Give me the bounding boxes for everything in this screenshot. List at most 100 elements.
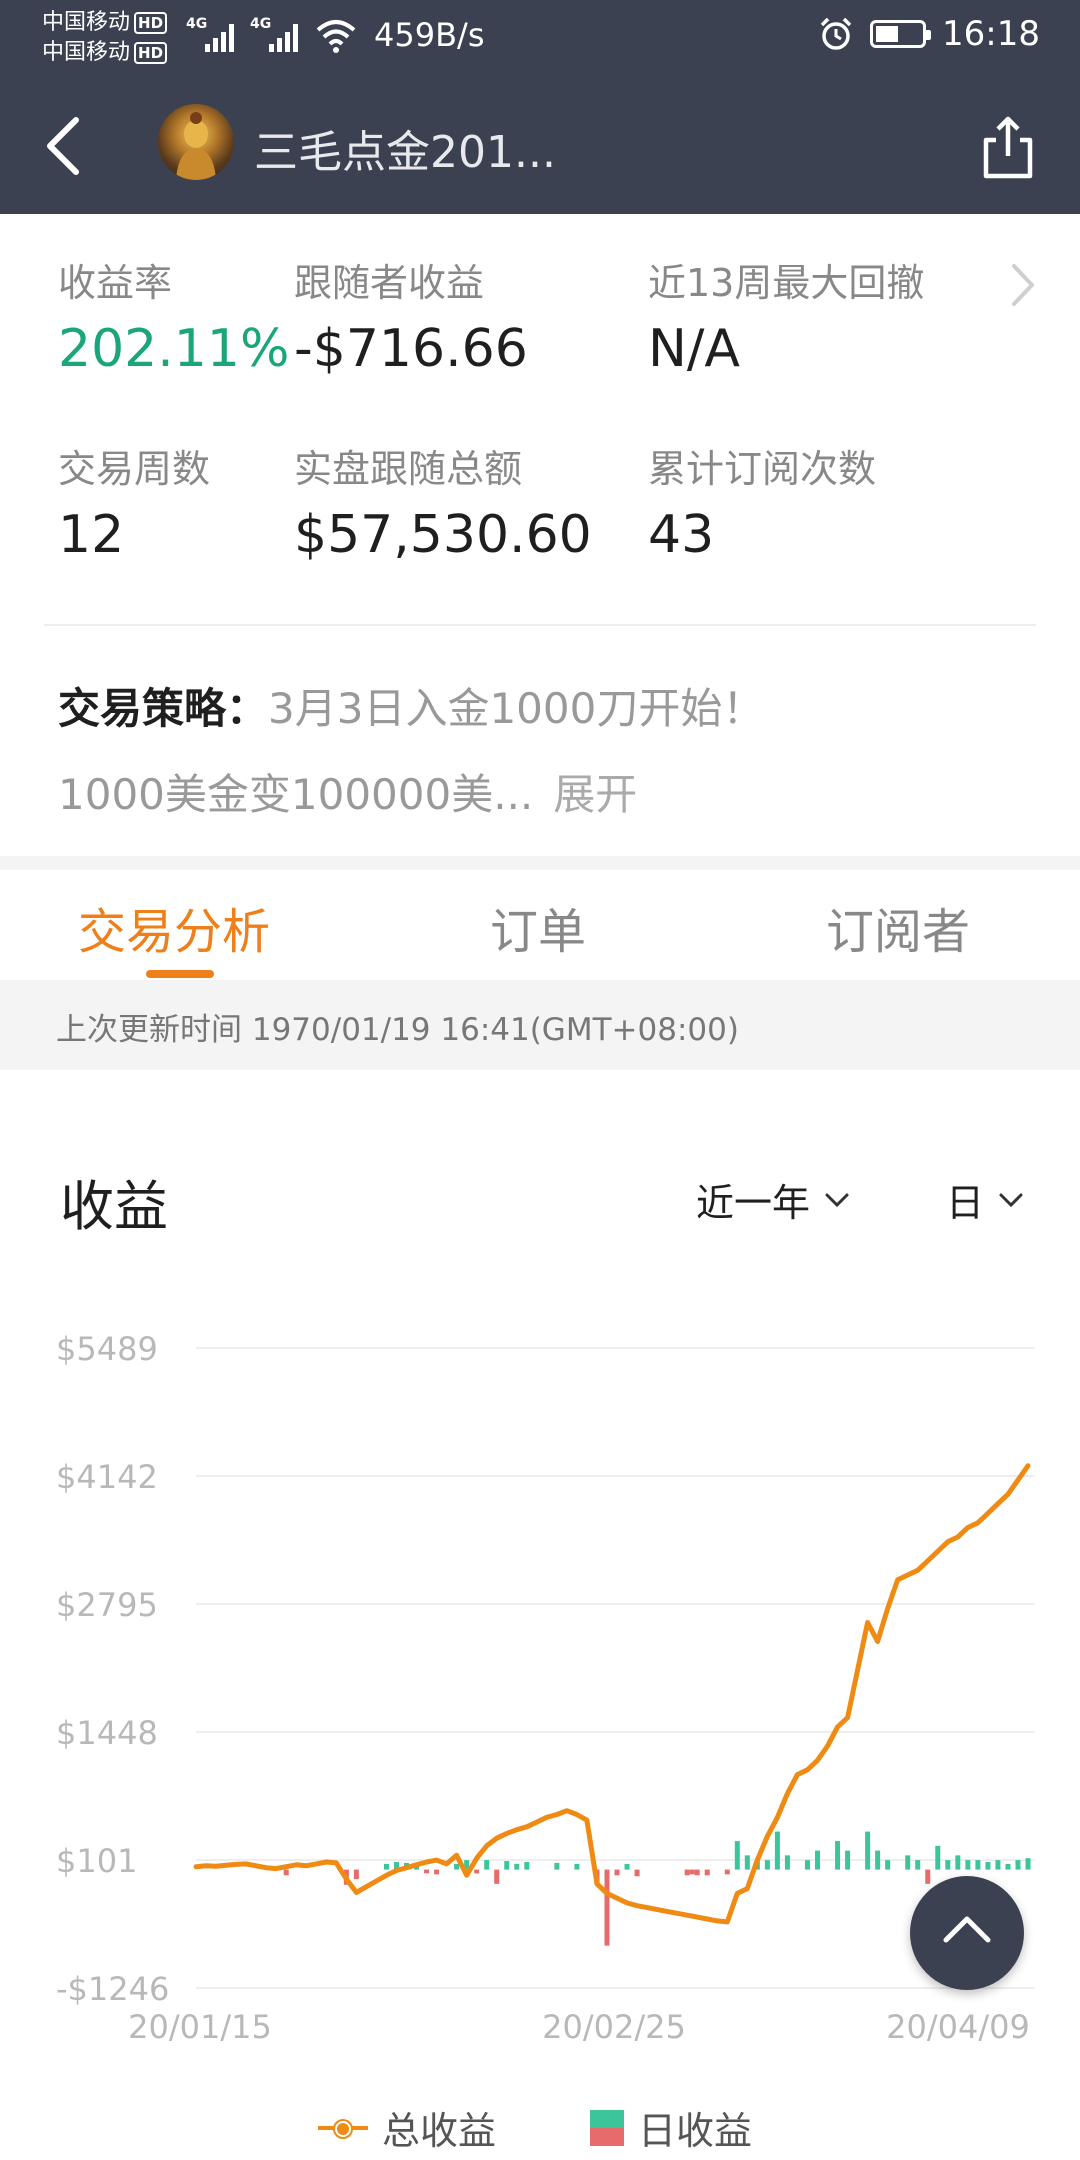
x-tick-label: 20/04/09: [886, 2008, 1030, 2046]
clock: 16:18: [942, 14, 1040, 54]
stat-value: 43: [648, 505, 715, 565]
chevron-down-icon: [825, 1193, 849, 1207]
expand-link[interactable]: 展开: [553, 770, 637, 819]
daily-profit-bar: [1025, 1858, 1031, 1870]
tab-orders[interactable]: 订单: [490, 892, 586, 962]
daily-profit-bar: [494, 1869, 500, 1884]
daily-profit-bar: [845, 1850, 851, 1870]
daily-profit-bar: [764, 1860, 770, 1870]
tab-bar: 交易分析 订单 订阅者: [0, 870, 1080, 980]
daily-profit-bar: [784, 1855, 790, 1870]
tab-subscribers[interactable]: 订阅者: [826, 892, 970, 962]
legend-item-total[interactable]: 总收益: [318, 2100, 496, 2155]
signal-icon: 4G: [250, 16, 298, 52]
stat-follow-total: 实盘跟随总额 $57,530.60: [294, 438, 592, 565]
battery-icon: [870, 20, 932, 48]
daily-profit-bar: [724, 1869, 730, 1875]
daily-profit-bar: [865, 1831, 871, 1870]
daily-profit-bar: [454, 1863, 460, 1870]
stat-label: 交易周数: [58, 447, 211, 491]
legend-label-total: 总收益: [382, 2109, 497, 2153]
daily-profit-bar: [975, 1860, 981, 1870]
tab-trade-analysis[interactable]: 交易分析: [78, 892, 270, 962]
chevron-down-icon: [999, 1193, 1023, 1207]
y-tick-label: $101: [56, 1842, 137, 1880]
network-speed: 459B/s: [374, 16, 485, 54]
stat-subscriptions: 累计订阅次数 43: [648, 438, 876, 565]
signal-indicators: 4G 4G: [186, 16, 298, 52]
total-profit-line: [193, 1463, 1031, 1925]
period-dropdown-value: 日: [946, 1181, 985, 1225]
page-title: 三毛点金201...: [254, 127, 556, 178]
daily-profit-bar: [383, 1863, 389, 1870]
stat-trading-weeks: 交易周数 12: [58, 438, 210, 565]
daily-profit-bar: [835, 1841, 841, 1870]
carrier-name-2: 中国移动: [42, 40, 131, 65]
stat-label: 实盘跟随总额: [294, 447, 523, 491]
daily-profit-bar: [965, 1860, 971, 1870]
daily-profit-bar: [424, 1869, 430, 1874]
daily-profit-bar: [774, 1831, 780, 1870]
app-header: 三毛点金201...: [0, 78, 1080, 214]
carrier-name-1: 中国移动: [42, 10, 131, 35]
chart-title: 收益: [60, 1175, 168, 1238]
y-tick-label: -$1246: [56, 1970, 169, 2008]
wifi-icon: [316, 20, 356, 53]
stat-label: 累计订阅次数: [648, 447, 877, 491]
daily-profit-bar: [995, 1860, 1001, 1870]
update-info-bar: 上次更新时间 1970/01/19 16:41(GMT+08:00): [0, 980, 1080, 1070]
strategy-text-line2: 1000美金变100000美...: [58, 770, 534, 819]
back-arrow-icon[interactable]: [40, 114, 90, 178]
daily-profit-bar: [814, 1850, 820, 1870]
stat-label: 收益率: [58, 261, 173, 305]
scroll-to-top-button[interactable]: [910, 1876, 1024, 1990]
daily-profit-bar: [484, 1860, 490, 1870]
daily-profit-bar: [935, 1845, 941, 1870]
chevron-right-icon[interactable]: [1008, 260, 1038, 310]
stat-label: 跟随者收益: [294, 261, 485, 305]
daily-profit-bar: [474, 1869, 480, 1874]
stat-return-rate: 收益率 202.11%: [58, 252, 289, 379]
status-bar: 中国移动 HD 中国移动 HD 4G 4G 459B/s 16:18: [0, 0, 1080, 78]
daily-profit-bar: [689, 1869, 695, 1875]
daily-profit-bar: [1015, 1860, 1021, 1870]
strategy-description[interactable]: 交易策略：3月3日入金1000刀开始！ 1000美金变100000美... 展开: [58, 666, 1038, 838]
y-tick-label: $1448: [56, 1714, 158, 1752]
share-icon[interactable]: [978, 114, 1038, 180]
strategy-text-line1: 3月3日入金1000刀开始！: [268, 684, 765, 733]
stat-label: 近13周最大回撤: [648, 261, 925, 305]
y-tick-label: $4142: [56, 1458, 158, 1496]
daily-profit-bar: [744, 1855, 750, 1870]
daily-profit-bar: [353, 1869, 359, 1880]
daily-profit-bar: [514, 1863, 520, 1870]
stats-panel: 收益率 202.11% 跟随者收益 -$716.66 近13周最大回撤 N/A …: [0, 214, 1080, 854]
daily-profit-bar: [875, 1850, 881, 1870]
divider: [44, 624, 1036, 626]
daily-profit-bar: [985, 1861, 991, 1870]
daily-profit-bar: [554, 1862, 560, 1870]
daily-profit-bar: [614, 1869, 620, 1876]
daily-profit-bar: [955, 1855, 961, 1870]
daily-profit-bar: [885, 1860, 891, 1870]
daily-profit-bar: [694, 1869, 700, 1876]
carrier-info: 中国移动 HD 中国移动 HD: [42, 8, 168, 68]
last-update-text: 上次更新时间 1970/01/19 16:41(GMT+08:00): [56, 1012, 739, 1048]
hd-badge-2: HD: [134, 42, 168, 64]
alarm-icon: [820, 17, 852, 50]
daily-profit-bar: [504, 1861, 510, 1870]
stat-value: $57,530.60: [294, 505, 592, 565]
daily-profit-bar: [684, 1869, 690, 1876]
stat-value: -$716.66: [294, 319, 528, 379]
avatar[interactable]: [158, 104, 234, 180]
range-dropdown[interactable]: 近一年: [696, 1172, 850, 1227]
period-dropdown[interactable]: 日: [946, 1172, 1024, 1227]
daily-profit-bar: [1005, 1863, 1011, 1870]
stat-value: 202.11%: [58, 319, 290, 379]
legend-item-daily[interactable]: 日收益: [590, 2100, 752, 2155]
stat-value: 12: [58, 505, 125, 565]
legend-label-daily: 日收益: [638, 2109, 753, 2153]
range-dropdown-value: 近一年: [696, 1181, 811, 1225]
hd-badge-1: HD: [134, 12, 168, 34]
daily-profit-bar: [925, 1869, 931, 1884]
x-tick-label: 20/02/25: [542, 2008, 686, 2046]
